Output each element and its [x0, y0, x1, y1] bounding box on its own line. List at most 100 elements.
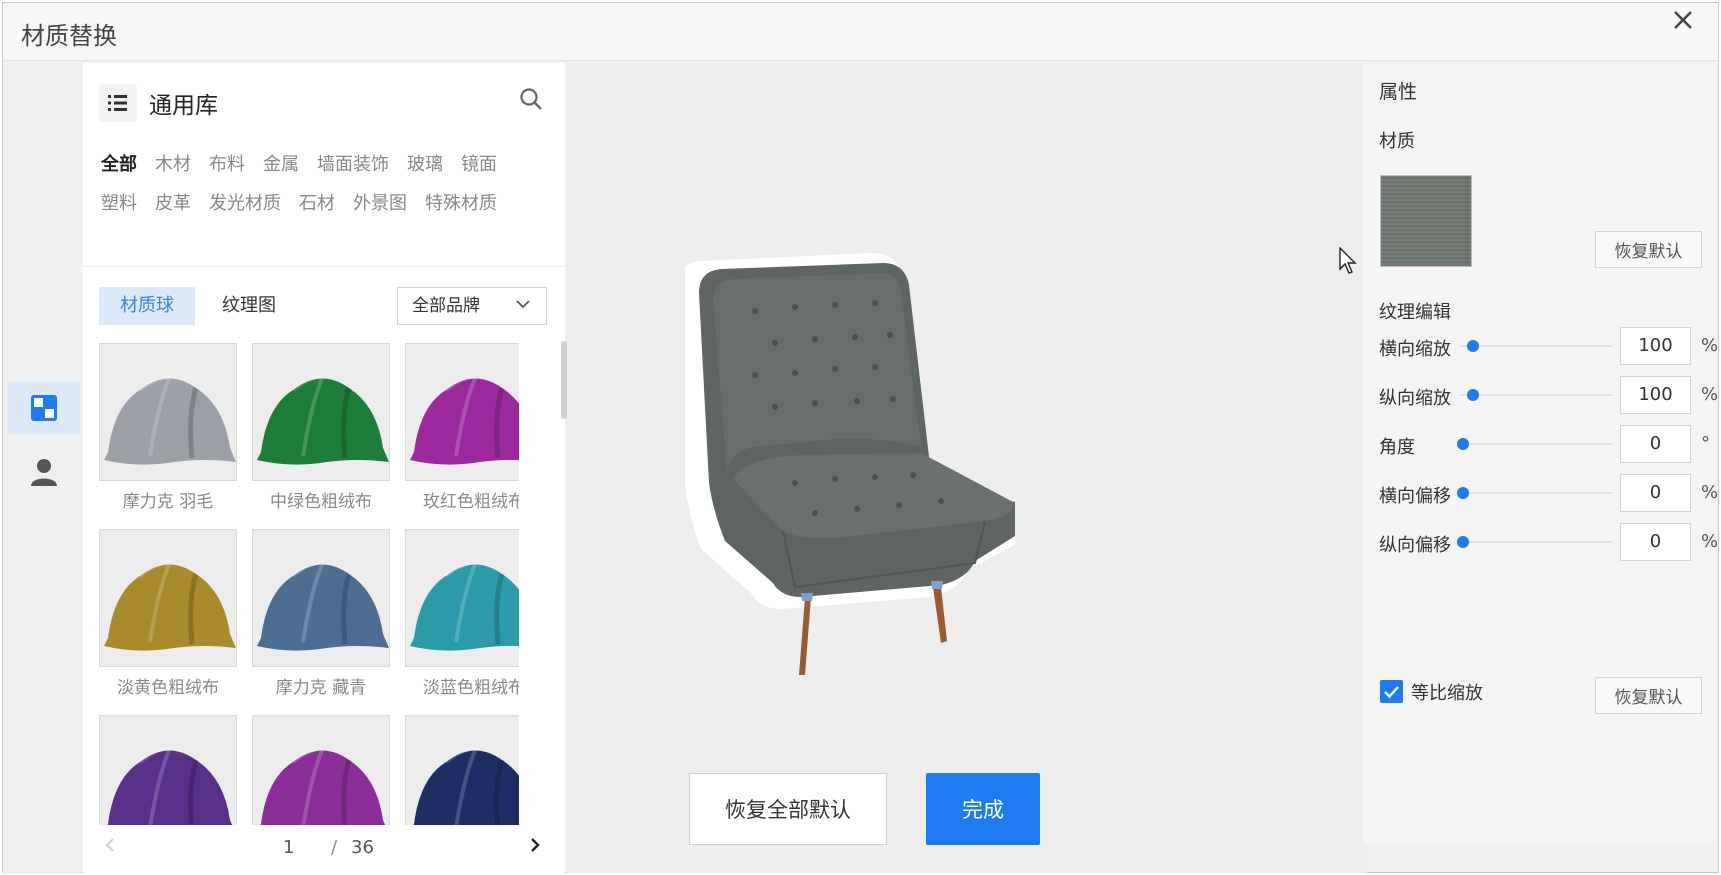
slider-track[interactable]	[1459, 394, 1613, 396]
category-scenery[interactable]: 外景图	[353, 184, 407, 223]
material-card[interactable]: 淡蓝色粗绒布	[405, 529, 519, 698]
category-glass[interactable]: 玻璃	[407, 145, 443, 184]
material-thumbnail	[252, 343, 390, 481]
library-panel: 通用库 全部 木材 布料 金属 墙面装饰 玻璃 镜面塑料 皮革 发光材质 石材 外景图 特殊材质 材质…	[83, 63, 567, 873]
rail-item-user[interactable]	[8, 445, 80, 499]
category-all[interactable]: 全部	[101, 145, 137, 184]
list-icon[interactable]	[99, 84, 137, 122]
user-icon	[31, 459, 57, 486]
category-stone[interactable]: 石材	[299, 184, 335, 223]
mouse-cursor-icon	[1339, 247, 1357, 274]
category-wall-decor[interactable]: 墙面装饰	[317, 145, 389, 184]
category-emissive[interactable]: 发光材质	[209, 184, 281, 223]
texture-row-value[interactable]: 100	[1620, 376, 1691, 414]
category-special[interactable]: 特殊材质	[425, 184, 497, 223]
texture-row-unit: %	[1701, 531, 1719, 552]
close-button[interactable]	[1668, 5, 1698, 35]
texture-row: 横向缩放 100%	[1379, 327, 1718, 365]
close-icon	[1674, 11, 1692, 29]
material-name: 摩力克 羽毛	[122, 492, 214, 512]
material-thumbnail	[99, 715, 237, 825]
material-thumbnail	[252, 529, 390, 667]
total-pages: 36	[351, 837, 374, 858]
category-plastic[interactable]: 塑料	[101, 184, 137, 223]
search-button[interactable]	[519, 87, 543, 115]
texture-row-value[interactable]: 0	[1620, 474, 1691, 512]
material-card[interactable]: 中绿色粗绒布	[252, 343, 390, 512]
category-fabric[interactable]: 布料	[209, 145, 245, 184]
search-icon	[520, 88, 542, 110]
category-leather[interactable]: 皮革	[155, 184, 191, 223]
material-replace-dialog: 材质替换 通用库 全部 木材 布料 金属 墙面装饰 玻璃 镜面塑料 皮革 发光材…	[2, 2, 1719, 874]
prev-page-button[interactable]	[105, 837, 115, 858]
texture-row-label: 纵向缩放	[1379, 388, 1451, 409]
texture-row-label: 纵向偏移	[1379, 535, 1451, 556]
rail-item-materials[interactable]	[8, 381, 80, 435]
dialog-title: 材质替换	[21, 22, 117, 50]
current-page[interactable]: 1	[283, 837, 294, 858]
tab-material-ball[interactable]: 材质球	[99, 287, 195, 325]
reset-default-button[interactable]: 恢复默认	[1595, 231, 1702, 268]
material-card[interactable]: 摩力克 藏青	[252, 529, 390, 698]
texture-row-unit: %	[1701, 482, 1719, 503]
texture-row: 横向偏移 0%	[1379, 474, 1718, 512]
slider-knob[interactable]	[1467, 340, 1479, 352]
chevron-down-icon	[516, 300, 530, 309]
reset-default-button-2[interactable]: 恢复默认	[1595, 677, 1702, 714]
texture-row-label: 横向缩放	[1379, 339, 1451, 360]
texture-row-value[interactable]: 0	[1620, 425, 1691, 463]
slider-track[interactable]	[1459, 541, 1613, 543]
material-card[interactable]: 玫红色粗绒布	[405, 343, 519, 512]
proportional-scale-checkbox[interactable]	[1380, 680, 1403, 703]
material-name: 摩力克 藏青	[275, 678, 367, 698]
material-card[interactable]	[405, 715, 519, 825]
slider-track[interactable]	[1459, 345, 1613, 347]
texture-row-value[interactable]: 100	[1620, 327, 1691, 365]
material-card[interactable]: 淡黄色粗绒布	[99, 529, 237, 698]
material-swatch[interactable]	[1380, 175, 1472, 267]
material-grid-icon	[31, 395, 57, 421]
slider-track[interactable]	[1459, 492, 1613, 494]
category-wood[interactable]: 木材	[155, 145, 191, 184]
chair-model[interactable]	[685, 251, 1015, 681]
material-thumbnail	[99, 529, 237, 667]
material-card[interactable]	[252, 715, 390, 825]
brand-select[interactable]: 全部品牌	[397, 287, 547, 325]
page-separator: /	[331, 837, 338, 858]
library-header: 通用库	[99, 83, 218, 123]
chevron-left-icon	[105, 838, 114, 852]
tab-texture[interactable]: 纹理图	[201, 287, 297, 325]
slider-knob[interactable]	[1467, 389, 1479, 401]
material-grid: 摩力克 羽毛 中绿色粗绒布 玫红色粗绒布淡黄色粗绒布 摩力克 藏青 淡蓝色粗绒布	[99, 343, 519, 825]
texture-row-label: 横向偏移	[1379, 486, 1451, 507]
properties-panel: 属性 材质 恢复默认 纹理编辑 横向缩放 100% 纵向缩放 100% 角度 0 ° 横向偏移…	[1363, 63, 1719, 843]
material-thumbnail	[99, 343, 237, 481]
proportional-scale-label: 等比缩放	[1411, 683, 1483, 704]
reset-all-button[interactable]: 恢复全部默认	[689, 773, 887, 845]
brand-select-value: 全部品牌	[412, 296, 480, 316]
texture-edit-label: 纹理编辑	[1379, 302, 1451, 323]
material-thumbnail	[405, 529, 519, 667]
texture-row-value[interactable]: 0	[1620, 523, 1691, 561]
category-metal[interactable]: 金属	[263, 145, 299, 184]
done-button[interactable]: 完成	[926, 773, 1040, 845]
material-card[interactable]	[99, 715, 237, 825]
slider-knob[interactable]	[1457, 536, 1469, 548]
material-card[interactable]: 摩力克 羽毛	[99, 343, 237, 512]
material-thumbnail	[405, 343, 519, 481]
slider-knob[interactable]	[1457, 487, 1469, 499]
slider-knob[interactable]	[1457, 438, 1469, 450]
material-thumbnail	[252, 715, 390, 825]
texture-row-label: 角度	[1379, 437, 1415, 458]
texture-row-unit: %	[1701, 384, 1719, 405]
side-rail	[3, 61, 81, 874]
next-page-button[interactable]	[530, 837, 540, 858]
pagination: 1 / 36	[83, 831, 565, 867]
texture-row-unit: °	[1701, 433, 1710, 454]
material-label: 材质	[1379, 131, 1415, 152]
texture-row: 纵向偏移 0%	[1379, 523, 1718, 561]
chevron-right-icon	[531, 838, 540, 852]
slider-track[interactable]	[1459, 443, 1613, 445]
title-bar: 材质替换	[3, 3, 1718, 61]
category-mirror[interactable]: 镜面	[461, 145, 497, 184]
